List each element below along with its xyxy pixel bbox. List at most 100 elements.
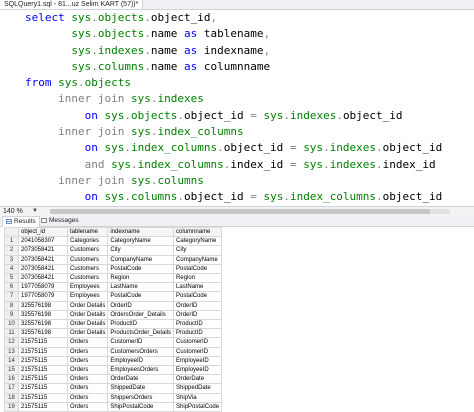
grid-cell[interactable]: CategoryName — [108, 237, 174, 246]
grid-cell[interactable]: CompanyName — [108, 255, 174, 264]
row-number[interactable]: 11 — [5, 329, 19, 338]
row-number[interactable]: 1 — [5, 237, 19, 246]
grid-cell[interactable]: Orders — [68, 393, 108, 402]
code-line[interactable]: inner join sys.index_columns — [0, 124, 474, 140]
tab-messages[interactable]: Messages — [38, 216, 82, 226]
table-row[interactable]: 8325576198Order DetailsOrderIDOrderID — [5, 301, 222, 310]
grid-cell[interactable]: Customers — [68, 255, 108, 264]
grid-cell[interactable]: PostalCode — [108, 264, 174, 273]
table-row[interactable]: 1721575115OrdersShippedDateShippedDate — [5, 384, 222, 393]
grid-cell[interactable]: PostalCode — [174, 264, 222, 273]
code-line[interactable]: sys.indexes.name as indexname, — [0, 43, 474, 59]
row-number[interactable]: 4 — [5, 264, 19, 273]
grid-cell[interactable]: LastName — [108, 283, 174, 292]
row-number[interactable]: 16 — [5, 375, 19, 384]
row-number[interactable]: 18 — [5, 393, 19, 402]
grid-cell[interactable]: Customers — [68, 264, 108, 273]
tab-results[interactable]: Results — [2, 216, 40, 227]
grid-cell[interactable]: 1977058079 — [19, 283, 68, 292]
grid-cell[interactable]: Region — [174, 274, 222, 283]
table-row[interactable]: 71977058079EmployeesPostalCodePostalCode — [5, 292, 222, 301]
grid-cell[interactable]: 325576198 — [19, 320, 68, 329]
grid-cell[interactable]: Orders — [68, 347, 108, 356]
grid-cell[interactable]: ProductID — [108, 320, 174, 329]
grid-cell[interactable]: Order Details — [68, 310, 108, 319]
grid-cell[interactable]: 21575115 — [19, 384, 68, 393]
table-row[interactable]: 1921575115OrdersShipPostalCodeShipPostal… — [5, 402, 222, 411]
grid-cell[interactable]: OrderID — [108, 301, 174, 310]
grid-cell[interactable]: 21575115 — [19, 375, 68, 384]
grid-cell[interactable]: PostalCode — [108, 292, 174, 301]
grid-cell[interactable]: CustomersOrders — [108, 347, 174, 356]
grid-cell[interactable]: Order Details — [68, 320, 108, 329]
grid-cell[interactable]: PostalCode — [174, 292, 222, 301]
grid-cell[interactable]: 2073058421 — [19, 255, 68, 264]
grid-cell[interactable]: Orders — [68, 384, 108, 393]
code-line[interactable]: on sys.index_columns.object_id = sys.ind… — [0, 140, 474, 156]
grid-cell[interactable]: 21575115 — [19, 356, 68, 365]
grid-cell[interactable]: OrderDate — [108, 375, 174, 384]
horizontal-scrollbar[interactable] — [50, 209, 450, 214]
grid-cell[interactable]: Orders — [68, 402, 108, 411]
grid-cell[interactable]: Orders — [68, 375, 108, 384]
table-row[interactable]: 12041058307CategoriesCategoryNameCategor… — [5, 237, 222, 246]
table-row[interactable]: 22073058421CustomersCityCity — [5, 246, 222, 255]
grid-cell[interactable]: ShipPostalCode — [108, 402, 174, 411]
row-number[interactable]: 19 — [5, 402, 19, 411]
row-number[interactable]: 15 — [5, 366, 19, 375]
code-line[interactable]: on sys.objects.object_id = sys.indexes.o… — [0, 108, 474, 124]
grid-cell[interactable]: 21575115 — [19, 393, 68, 402]
grid-cell[interactable]: Employees — [68, 283, 108, 292]
grid-cell[interactable]: 1977058079 — [19, 292, 68, 301]
column-header-object-id[interactable]: object_id — [19, 228, 68, 237]
row-number[interactable]: 10 — [5, 320, 19, 329]
grid-cell[interactable]: 325576198 — [19, 310, 68, 319]
code-line[interactable]: sys.columns.name as columnname — [0, 59, 474, 75]
grid-corner[interactable] — [5, 228, 19, 237]
table-row[interactable]: 61977058079EmployeesLastNameLastName — [5, 283, 222, 292]
table-row[interactable]: 1321575115OrdersCustomersOrdersCustomerI… — [5, 347, 222, 356]
grid-cell[interactable]: EmployeeID — [174, 366, 222, 375]
table-row[interactable]: 1621575115OrdersOrderDateOrderDate — [5, 375, 222, 384]
table-row[interactable]: 1821575115OrdersShippersOrdersShipVia — [5, 393, 222, 402]
grid-cell[interactable]: 21575115 — [19, 338, 68, 347]
grid-cell[interactable]: 21575115 — [19, 366, 68, 375]
code-line[interactable]: and sys.index_columns.index_id = sys.ind… — [0, 157, 474, 173]
grid-cell[interactable]: ShipVia — [174, 393, 222, 402]
grid-cell[interactable]: LastName — [174, 283, 222, 292]
grid-cell[interactable]: Orders — [68, 356, 108, 365]
grid-cell[interactable]: ProductsOrder_Details — [108, 329, 174, 338]
grid-cell[interactable]: 21575115 — [19, 347, 68, 356]
grid-cell[interactable]: EmployeeID — [174, 356, 222, 365]
grid-cell[interactable]: OrderID — [174, 301, 222, 310]
grid-cell[interactable]: CompanyName — [174, 255, 222, 264]
grid-cell[interactable]: OrderDate — [174, 375, 222, 384]
code-line[interactable]: inner join sys.indexes — [0, 91, 474, 107]
code-line[interactable]: select sys.objects.object_id, — [0, 10, 474, 26]
grid-cell[interactable]: ShipPostalCode — [174, 402, 222, 411]
row-number[interactable]: 8 — [5, 301, 19, 310]
code-line[interactable]: inner join sys.columns — [0, 173, 474, 189]
grid-cell[interactable]: City — [174, 246, 222, 255]
code-line[interactable]: from sys.objects — [0, 75, 474, 91]
grid-cell[interactable]: 2041058307 — [19, 237, 68, 246]
column-header-columnname[interactable]: columnname — [174, 228, 222, 237]
grid-cell[interactable]: Customers — [68, 274, 108, 283]
dropdown-arrow-icon[interactable]: ▼ — [32, 207, 38, 216]
table-row[interactable]: 1221575115OrdersCustomerIDCustomerID — [5, 338, 222, 347]
column-header-indexname[interactable]: indexname — [108, 228, 174, 237]
grid-cell[interactable]: CustomerID — [174, 347, 222, 356]
table-row[interactable]: 9325576198Order DetailsOrdersOrder_Detai… — [5, 310, 222, 319]
grid-cell[interactable]: Orders — [68, 338, 108, 347]
table-row[interactable]: 10325576198Order DetailsProductIDProduct… — [5, 320, 222, 329]
row-number[interactable]: 14 — [5, 356, 19, 365]
grid-cell[interactable]: CustomerID — [174, 338, 222, 347]
row-number[interactable]: 3 — [5, 255, 19, 264]
table-row[interactable]: 11325576198Order DetailsProductsOrder_De… — [5, 329, 222, 338]
grid-cell[interactable]: ShippedDate — [108, 384, 174, 393]
grid-cell[interactable]: 2073058421 — [19, 246, 68, 255]
grid-cell[interactable]: OrdersOrder_Details — [108, 310, 174, 319]
query-editor[interactable]: select sys.objects.object_id, sys.object… — [0, 10, 474, 206]
row-number[interactable]: 5 — [5, 274, 19, 283]
grid-cell[interactable]: 325576198 — [19, 301, 68, 310]
